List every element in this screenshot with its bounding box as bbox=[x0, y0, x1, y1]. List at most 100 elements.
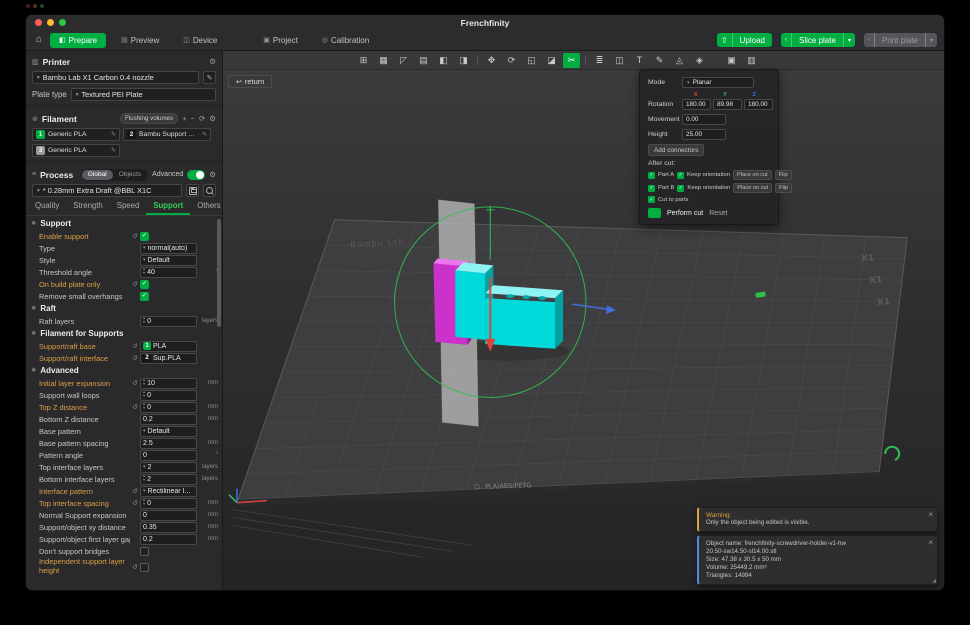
setting-checkbox[interactable]: ✓ bbox=[140, 231, 149, 241]
tab-prepare[interactable]: ◧ Prepare bbox=[50, 32, 107, 48]
setting-checkbox[interactable] bbox=[140, 562, 149, 572]
split-to-objects-tool[interactable]: ◧ bbox=[435, 53, 452, 68]
slice-prev-plate-arrow-icon[interactable]: ‹ bbox=[781, 33, 791, 47]
perform-cut-button[interactable]: Perform cut bbox=[667, 210, 703, 217]
spin-down-icon[interactable]: ▾ bbox=[143, 320, 145, 325]
filament-select[interactable]: 1 PLA bbox=[140, 340, 197, 352]
remove-filament-button[interactable]: − bbox=[191, 115, 195, 123]
place-on-cut-button[interactable]: Place on cut bbox=[732, 170, 772, 180]
setting-spin[interactable]: ▴ ▾ 0 bbox=[140, 401, 197, 413]
height-input[interactable]: 25.00 bbox=[682, 129, 726, 140]
spin-down-icon[interactable]: ▾ bbox=[143, 406, 145, 411]
text-tool[interactable]: T bbox=[631, 53, 648, 68]
filament-slot[interactable]: 2Bambu Support For ...✎ bbox=[123, 128, 211, 141]
setting-select[interactable]: ▾ normal(auto) bbox=[140, 242, 197, 254]
zoom-window-button[interactable] bbox=[59, 19, 66, 26]
auto-orient-tool[interactable]: ◸ bbox=[395, 53, 412, 68]
save-preset-button[interactable] bbox=[186, 184, 199, 197]
rotate-tool[interactable]: ⟳ bbox=[503, 53, 520, 68]
tab-device[interactable]: ◫ Device bbox=[174, 33, 226, 48]
setting-spin[interactable]: ▴ ▾ 10 bbox=[140, 377, 197, 389]
paint-tool[interactable]: ✎ bbox=[651, 53, 668, 68]
spin-down-icon[interactable]: ▾ bbox=[143, 394, 145, 399]
spinner-arrows[interactable]: ▴ ▾ bbox=[143, 268, 145, 275]
home-icon[interactable]: ⌂ bbox=[33, 35, 45, 45]
tab-others[interactable]: Others bbox=[190, 201, 227, 215]
setting-spin[interactable]: ▴ ▾ 0 bbox=[140, 497, 197, 509]
reset-button[interactable]: Reset bbox=[709, 210, 727, 217]
return-button[interactable]: ↩ return bbox=[228, 75, 273, 88]
revert-icon[interactable]: ↺ bbox=[130, 232, 140, 240]
plate-type-select[interactable]: ▾ Textured PEI Plate bbox=[70, 88, 216, 101]
cut-tool[interactable]: ✂ bbox=[563, 52, 580, 68]
revert-icon[interactable]: ↺ bbox=[130, 403, 140, 411]
arrange-tool[interactable]: ▤ bbox=[415, 53, 432, 68]
spin-down-icon[interactable]: ▾ bbox=[143, 271, 145, 276]
flatten-tool[interactable]: ◪ bbox=[543, 53, 560, 68]
seam-tool[interactable]: ◈ bbox=[691, 53, 708, 68]
slice-menu-caret-icon[interactable]: ▾ bbox=[842, 33, 855, 47]
printer-select[interactable]: ▾ Bambu Lab X1 Carbon 0.4 nozzle bbox=[32, 71, 199, 84]
filament-slot[interactable]: 3 Generic PLA ✎ bbox=[32, 144, 120, 157]
edit-printer-button[interactable]: ✎ bbox=[203, 71, 216, 84]
minimize-window-button[interactable] bbox=[47, 19, 54, 26]
rotation-input-z[interactable]: 180.00 bbox=[744, 99, 773, 110]
upload-button[interactable]: ⇧ Upload bbox=[716, 33, 773, 47]
slice-plate-button[interactable]: ‹ Slice plate ▾ bbox=[781, 33, 855, 47]
part-checkbox[interactable]: ✓ bbox=[648, 184, 655, 192]
spinner-arrows[interactable]: ▴ ▾ bbox=[143, 499, 145, 506]
setting-checkbox[interactable] bbox=[140, 546, 149, 556]
filament-settings-gear-icon[interactable]: ⚙ bbox=[209, 115, 216, 123]
edit-filament-icon[interactable]: ✎ bbox=[111, 147, 116, 154]
setting-select[interactable]: ▾ Default bbox=[140, 425, 197, 437]
setting-select[interactable]: ▾ 2 bbox=[140, 461, 197, 473]
setting-checkbox[interactable]: ✓ bbox=[140, 279, 149, 289]
tab-speed[interactable]: Speed bbox=[110, 201, 147, 215]
process-preset-select[interactable]: ▾ * 0.28mm Extra Draft @BBL X1C bbox=[32, 184, 182, 197]
revert-icon[interactable]: ↺ bbox=[130, 563, 140, 571]
tab-project[interactable]: ▣ Project bbox=[254, 33, 307, 48]
setting-input[interactable]: 0.2 bbox=[140, 533, 197, 545]
split-to-parts-tool[interactable]: ◨ bbox=[455, 53, 472, 68]
part-checkbox[interactable]: ✓ bbox=[648, 171, 655, 179]
rotation-input-y[interactable]: 89.98 bbox=[713, 99, 742, 110]
setting-select[interactable]: ▾ Default bbox=[140, 254, 197, 266]
add-connectors-button[interactable]: Add connectors bbox=[648, 144, 705, 156]
rotation-input-x[interactable]: 180.00 bbox=[682, 99, 711, 110]
close-icon[interactable]: × bbox=[928, 538, 933, 547]
revert-icon[interactable]: ↺ bbox=[130, 354, 140, 362]
revert-icon[interactable]: ↺ bbox=[130, 499, 140, 507]
printer-settings-gear-icon[interactable]: ⚙ bbox=[209, 58, 216, 66]
tab-quality[interactable]: Quality bbox=[28, 201, 66, 215]
filament-slot[interactable]: 1 Generic PLA ✎ bbox=[32, 128, 120, 141]
revert-icon[interactable]: ↺ bbox=[130, 342, 140, 350]
spin-down-icon[interactable]: ▾ bbox=[143, 502, 145, 507]
build-plate[interactable] bbox=[237, 219, 908, 501]
sidebar-scrollbar[interactable] bbox=[217, 219, 221, 327]
spinner-arrows[interactable]: ▴ ▾ bbox=[143, 379, 145, 386]
spinner-arrows[interactable]: ▴ ▾ bbox=[143, 403, 145, 410]
spinner-arrows[interactable]: ▴ ▾ bbox=[143, 475, 145, 482]
setting-checkbox[interactable]: ✓ bbox=[140, 291, 149, 301]
spinner-arrows[interactable]: ▴ ▾ bbox=[143, 391, 145, 398]
tab-strength[interactable]: Strength bbox=[66, 201, 109, 215]
setting-input[interactable]: 2.5 bbox=[140, 437, 197, 449]
viewport-3d[interactable]: Bambu Lab ◻ PLA/ABS/PETG X1 X1 X1 ⊞ ▦ ◸ … bbox=[223, 51, 944, 590]
assembly-view-tool[interactable]: ▣ bbox=[723, 53, 740, 68]
process-settings-gear-icon[interactable]: ⚙ bbox=[209, 171, 216, 179]
spinner-arrows[interactable]: ▴ ▾ bbox=[143, 317, 145, 324]
filament-select[interactable]: 2 Sup.PLA bbox=[140, 352, 197, 364]
scope-objects-button[interactable]: Objects bbox=[113, 170, 147, 180]
setting-spin[interactable]: ▴ ▾ 40 bbox=[140, 266, 197, 278]
advanced-toggle[interactable] bbox=[187, 169, 206, 180]
support-paint-tool[interactable]: ◬ bbox=[671, 53, 688, 68]
add-filament-button[interactable]: + bbox=[182, 115, 186, 123]
flip-button[interactable]: Flip bbox=[775, 183, 793, 193]
tab-preview[interactable]: ▤ Preview bbox=[112, 33, 168, 48]
flip-button[interactable]: Flip bbox=[774, 170, 792, 180]
move-tool[interactable]: ✥ bbox=[483, 53, 500, 68]
movement-input[interactable]: 0.00 bbox=[682, 114, 726, 125]
cut-to-parts-checkbox[interactable]: ✓ bbox=[648, 196, 655, 203]
revert-icon[interactable]: ↺ bbox=[130, 487, 140, 495]
close-window-button[interactable] bbox=[35, 19, 42, 26]
